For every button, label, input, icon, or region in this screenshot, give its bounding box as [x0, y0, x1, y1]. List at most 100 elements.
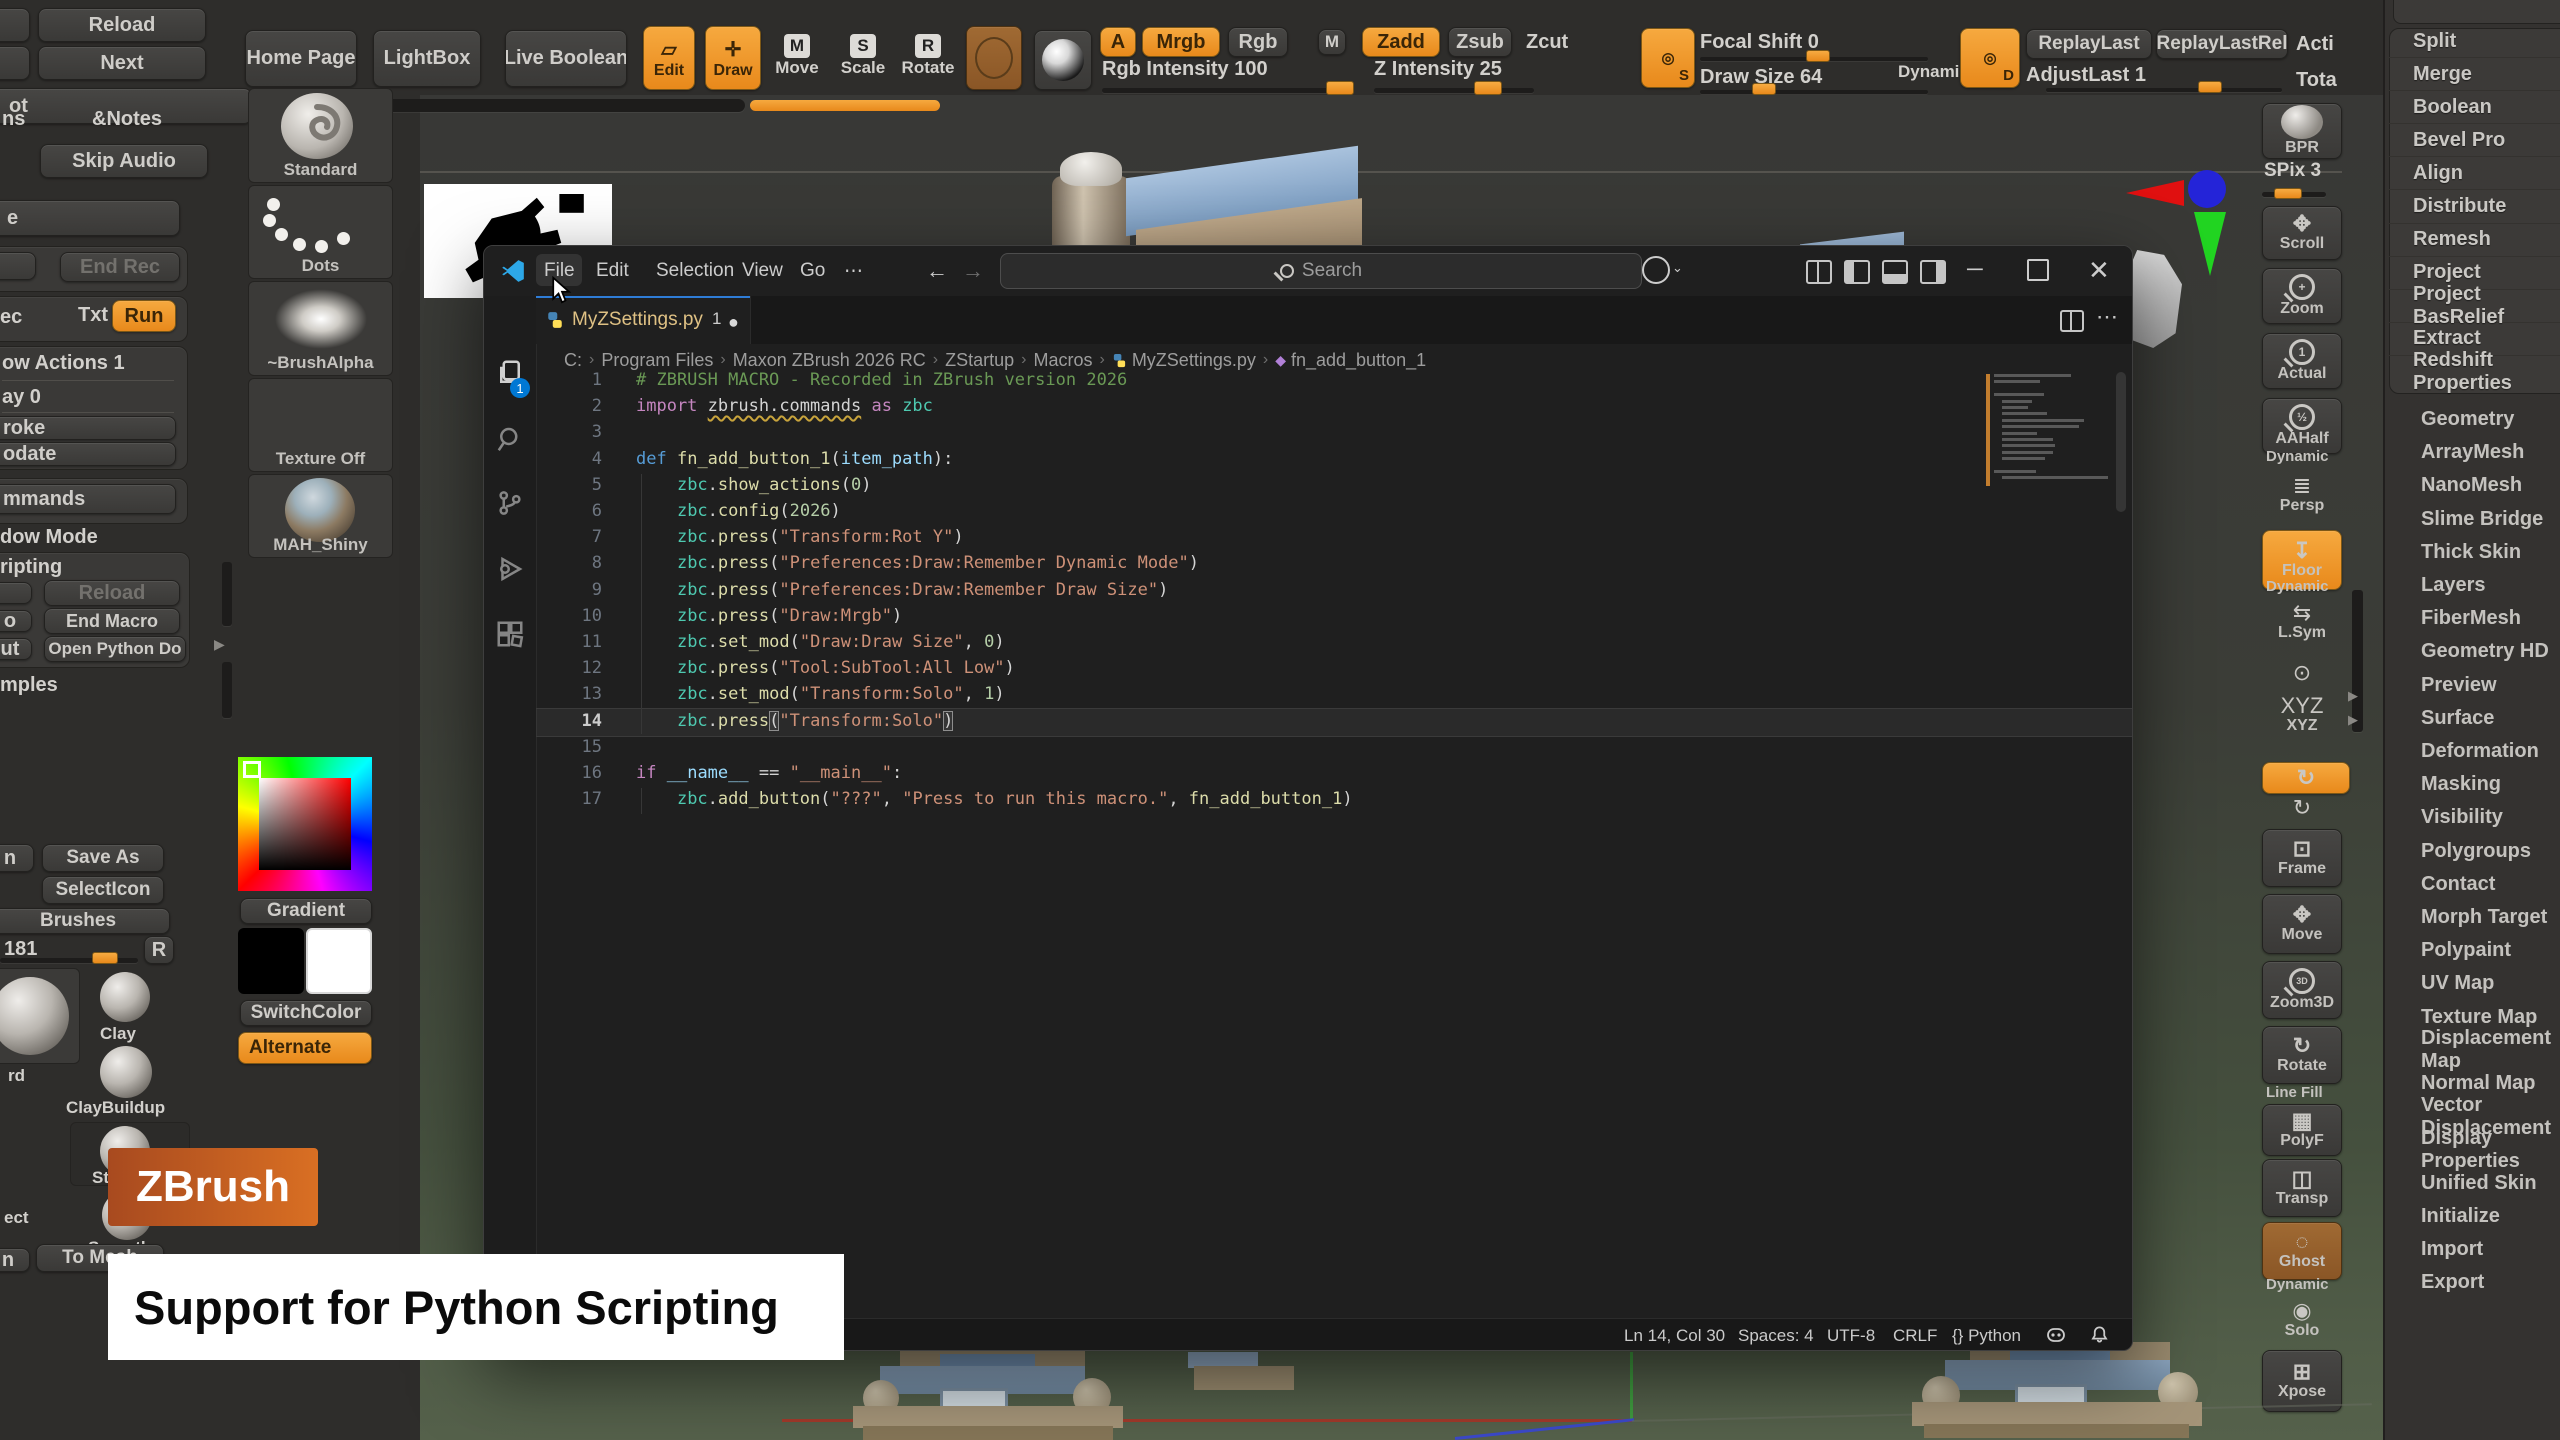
- strip-aahalf[interactable]: ½AAHalf: [2262, 398, 2342, 454]
- code-line[interactable]: if __name__ == "__main__":: [636, 760, 902, 786]
- rgb-intensity-slider[interactable]: [1102, 88, 1346, 93]
- modified-dot-icon[interactable]: ●: [728, 312, 739, 333]
- brush-claybuildup[interactable]: [100, 1046, 152, 1098]
- code-line[interactable]: zbc.press("Draw:Mrgb"): [636, 603, 902, 629]
- bell-icon[interactable]: [2090, 1325, 2109, 1344]
- delay-slider[interactable]: ay 0: [2, 386, 41, 409]
- adjust-last-handle[interactable]: [2198, 81, 2222, 93]
- stub-o-button[interactable]: o: [0, 610, 32, 632]
- lightbox-button[interactable]: LightBox: [373, 30, 481, 87]
- strip-solo[interactable]: ◉Solo: [2262, 1296, 2342, 1344]
- menu-thick-skin[interactable]: Thick Skin: [2395, 536, 2560, 569]
- strip-ghost[interactable]: ◌Ghost: [2262, 1222, 2342, 1280]
- menu-unified-skin[interactable]: Unified Skin: [2395, 1167, 2560, 1200]
- stroke-picker-button[interactable]: ◎S: [1641, 28, 1695, 88]
- brush-clay[interactable]: [100, 972, 150, 1022]
- menu-displacement-map[interactable]: Displacement Map: [2395, 1034, 2560, 1067]
- code-line[interactable]: zbc.add_button("???", "Press to run this…: [636, 786, 1353, 812]
- stub-n-button[interactable]: n: [0, 844, 34, 872]
- mech-right[interactable]: [1900, 1342, 2245, 1440]
- menu-polypaint[interactable]: Polypaint: [2395, 934, 2560, 967]
- menu-align[interactable]: Align: [2387, 157, 2560, 190]
- code-line[interactable]: import zbrush.commands as zbc: [636, 393, 933, 419]
- stub-button[interactable]: [0, 8, 30, 42]
- menu-deformation[interactable]: Deformation: [2395, 735, 2560, 768]
- panel-scrollbar[interactable]: [222, 662, 232, 718]
- panel-scrollbar[interactable]: [222, 562, 232, 626]
- close-icon[interactable]: ✕: [2088, 255, 2110, 286]
- sidebar-tile-mahshiny[interactable]: MAH_Shiny: [248, 474, 393, 558]
- reload-button[interactable]: Reload: [38, 8, 206, 42]
- run-button[interactable]: Run: [112, 300, 176, 332]
- skip-audio-button[interactable]: Skip Audio: [40, 144, 208, 178]
- edit-button[interactable]: ▱Edit: [643, 26, 695, 90]
- strip-arrow-icon[interactable]: ▶: [2348, 712, 2358, 728]
- code-line[interactable]: zbc.press("Preferences:Draw:Remember Dyn…: [636, 550, 1199, 576]
- replay-picker-button[interactable]: ◎D: [1960, 28, 2020, 88]
- mech-left[interactable]: [845, 1350, 1160, 1440]
- code-line[interactable]: zbc.press("Transform:Solo"): [636, 708, 953, 734]
- status-2[interactable]: UTF-8: [1827, 1326, 1875, 1346]
- secondary-color-swatch[interactable]: [306, 928, 372, 994]
- menu-import[interactable]: Import: [2395, 1233, 2560, 1266]
- strip-scroll[interactable]: ✥Scroll: [2262, 206, 2342, 260]
- copilot-icon[interactable]: [2046, 1325, 2066, 1345]
- menu-uv-map[interactable]: UV Map: [2395, 967, 2560, 1000]
- show-actions-slider[interactable]: ow Actions 1: [2, 352, 125, 375]
- reload-script-button[interactable]: Reload: [44, 580, 180, 606]
- z-intensity-slider[interactable]: [1374, 88, 1534, 93]
- notes-button[interactable]: &Notes: [92, 108, 162, 131]
- menu-polygroups[interactable]: Polygroups: [2395, 835, 2560, 868]
- stub-ut-button[interactable]: ut: [0, 638, 32, 660]
- rotate-button[interactable]: R Rotate: [900, 34, 956, 88]
- draw-size-handle[interactable]: [1752, 83, 1776, 95]
- menu-merge[interactable]: Merge: [2387, 58, 2560, 91]
- menu-slime-bridge[interactable]: Slime Bridge: [2395, 503, 2560, 536]
- stub-button[interactable]: [0, 252, 36, 280]
- strip-xyz[interactable]: XYZXYZ: [2262, 704, 2342, 726]
- status-1[interactable]: Spaces: 4: [1738, 1326, 1814, 1346]
- mrgb-toggle[interactable]: Mrgb: [1142, 27, 1220, 57]
- m-toggle[interactable]: M: [1318, 29, 1346, 55]
- strip-polyf[interactable]: ▦PolyF: [2262, 1104, 2342, 1156]
- strip-actual[interactable]: 1Actual: [2262, 333, 2342, 389]
- current-alpha-button[interactable]: [966, 26, 1022, 90]
- strip-persp[interactable]: ≣Persp: [2262, 468, 2342, 522]
- mech-middle[interactable]: [1188, 1352, 1303, 1392]
- code-line[interactable]: zbc.set_mod("Transform:Solo", 1): [636, 681, 1005, 707]
- search-input[interactable]: Search: [1000, 253, 1642, 289]
- nav-back-icon[interactable]: ←: [926, 258, 948, 284]
- menu-selection[interactable]: Selection: [656, 260, 734, 282]
- stub-button[interactable]: [0, 46, 30, 80]
- nav-forward-icon[interactable]: →: [962, 258, 984, 284]
- open-python-doc-button[interactable]: Open Python Do: [44, 636, 186, 662]
- menu-morph-target[interactable]: Morph Target: [2395, 901, 2560, 934]
- panel-bottom-icon[interactable]: [1882, 260, 1908, 284]
- menu-visibility[interactable]: Visibility: [2395, 801, 2560, 834]
- rgb-intensity-handle[interactable]: [1326, 81, 1354, 95]
- sidebar-tile-textureoff[interactable]: Texture Off: [248, 378, 393, 472]
- gizmo-x-cone[interactable]: [2126, 180, 2184, 206]
- menu-split[interactable]: Split: [2387, 25, 2560, 58]
- end-macro-button[interactable]: End Macro: [44, 608, 180, 634]
- strip-frame[interactable]: ⊡Frame: [2262, 829, 2342, 887]
- spix-handle[interactable]: [2274, 188, 2302, 199]
- layout-grid-icon[interactable]: [1806, 260, 1832, 284]
- strip-lock[interactable]: ⊙: [2262, 650, 2342, 696]
- menu-remesh[interactable]: Remesh: [2387, 224, 2560, 257]
- e-button-clipped[interactable]: e: [0, 200, 180, 236]
- code-line[interactable]: zbc.press("Tool:SubTool:All Low"): [636, 655, 1015, 681]
- menu-view[interactable]: View: [742, 260, 783, 282]
- select-icon-button[interactable]: SelectIcon: [42, 876, 164, 904]
- status-3[interactable]: CRLF: [1893, 1326, 1937, 1346]
- code-line[interactable]: zbc.press("Transform:Rot Y"): [636, 524, 964, 550]
- zadd-toggle[interactable]: Zadd: [1362, 27, 1440, 57]
- run-debug-icon[interactable]: [495, 554, 525, 584]
- menu-preview[interactable]: Preview: [2395, 669, 2560, 702]
- gizmo-z-ball[interactable]: [2188, 170, 2226, 208]
- menu-masking[interactable]: Masking: [2395, 768, 2560, 801]
- txt-toggle[interactable]: Txt: [78, 304, 108, 327]
- brush-thumb-large[interactable]: [0, 968, 80, 1064]
- live-boolean-button[interactable]: Live Boolean: [505, 30, 627, 87]
- alternate-button[interactable]: Alternate: [238, 1032, 372, 1064]
